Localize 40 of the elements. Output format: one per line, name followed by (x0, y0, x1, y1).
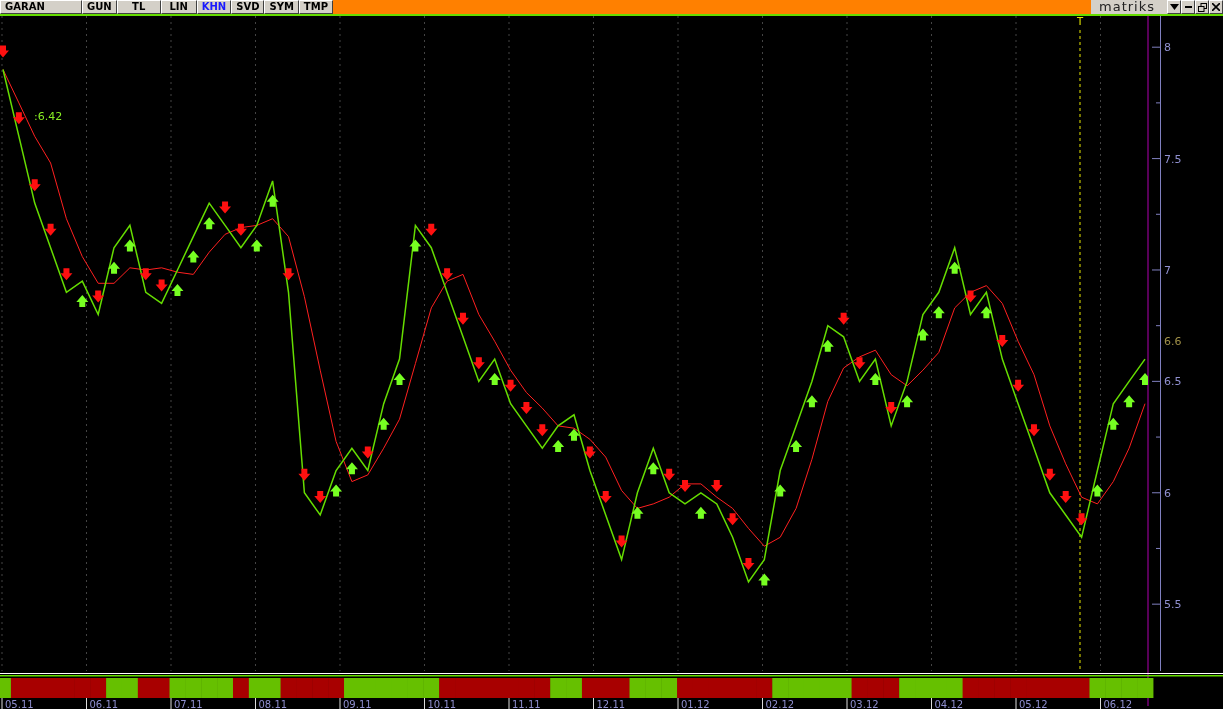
toolbar-tab[interactable]: SVD (231, 0, 265, 14)
date-label: 02.12 (765, 699, 795, 709)
toolbar-tab[interactable]: TL (116, 0, 161, 14)
toolbar-tab[interactable]: GARAN (0, 0, 82, 14)
date-label: 06.11 (89, 699, 119, 709)
axis-label: 7 (1164, 264, 1171, 277)
dropdown-button[interactable] (1167, 0, 1181, 14)
time-marker-label: T (1076, 16, 1084, 27)
minimize-icon (1184, 6, 1192, 8)
axis-label: 7.5 (1164, 152, 1182, 166)
close-button[interactable] (1209, 0, 1223, 14)
logo: matriks (1098, 0, 1156, 14)
axis-label: 8 (1164, 41, 1171, 55)
date-label: 11.11 (512, 699, 541, 709)
restore-button[interactable] (1195, 0, 1209, 14)
date-label: 06.12 (1103, 699, 1133, 709)
date-label: 01.12 (681, 699, 710, 709)
toolbar-tab[interactable]: LIN (160, 0, 197, 14)
date-label: 09.11 (343, 699, 372, 709)
minimize-button[interactable] (1181, 0, 1195, 14)
date-label: 07.11 (174, 699, 203, 709)
current-price-label: 6.6 (1164, 335, 1182, 349)
caret-icon (1169, 4, 1179, 10)
axis-label: 6 (1164, 486, 1171, 500)
axis-label: 5.5 (1164, 598, 1182, 612)
date-label: 05.11 (5, 699, 34, 709)
toolbar-tab[interactable]: GUN (82, 0, 117, 14)
close-icon (1212, 3, 1220, 11)
date-label: 10.11 (427, 699, 457, 709)
toolbar-tab[interactable]: KHN (196, 0, 232, 14)
toolbar-tab[interactable]: TMP (298, 0, 333, 14)
date-label: 03.12 (850, 699, 879, 709)
toolbar-tab[interactable]: SYM (264, 0, 299, 14)
date-label: 12.11 (596, 699, 626, 709)
date-label: 04.12 (934, 699, 964, 709)
restore-icon (1197, 2, 1207, 12)
date-label: 05.12 (1019, 699, 1048, 709)
date-label: 08.11 (258, 699, 288, 709)
value-label: :6.42 (34, 110, 63, 123)
axis-label: 6.5 (1164, 375, 1182, 389)
